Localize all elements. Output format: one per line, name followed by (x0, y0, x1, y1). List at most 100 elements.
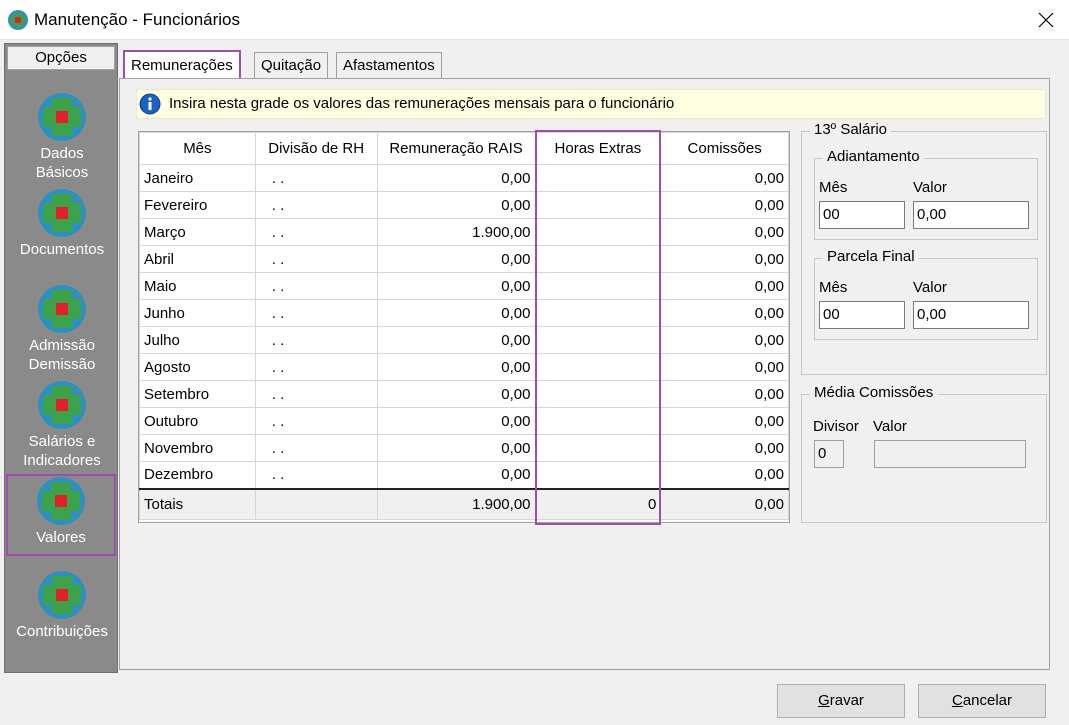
parcela-final-valor-input[interactable]: 0,00 (913, 301, 1029, 329)
gravar-button[interactable]: Gravar (777, 684, 905, 718)
cell-divisao[interactable]: . . (254, 164, 378, 192)
window-title: Manutenção - Funcionários (34, 10, 241, 29)
cell-mes[interactable]: Julho (139, 326, 256, 354)
cell-divisao[interactable]: . . (254, 434, 378, 462)
cell-mes[interactable]: Junho (139, 299, 256, 327)
cell-horas-extras[interactable] (534, 191, 662, 219)
cell-rais[interactable]: 0,00 (376, 326, 536, 354)
cell-rais[interactable]: 0,00 (376, 272, 536, 300)
tab-quitacao[interactable]: Quitação (254, 52, 329, 78)
sidebar-item-valores[interactable]: Valores (6, 474, 116, 556)
cell-rais[interactable]: 1.900,00 (376, 218, 536, 246)
cell-mes[interactable]: Fevereiro (139, 191, 256, 219)
cell-mes[interactable]: Abril (139, 245, 256, 273)
col-header-horas-extras[interactable]: Horas Extras (534, 132, 662, 165)
cell-comissoes[interactable]: 0,00 (660, 272, 789, 300)
cell-comissoes[interactable]: 0,00 (660, 191, 789, 219)
adiantamento-mes-input[interactable]: 00 (819, 201, 905, 229)
cancelar-button[interactable]: Cancelar (918, 684, 1046, 718)
cell-divisao[interactable]: . . (254, 353, 378, 381)
cell-horas-extras[interactable] (534, 407, 662, 435)
sidebar-item-label: Salários e (28, 433, 96, 450)
cell-horas-extras[interactable] (534, 299, 662, 327)
cell-horas-extras[interactable] (534, 353, 662, 381)
cell-mes[interactable]: Janeiro (139, 164, 256, 192)
cell-horas-extras[interactable] (534, 380, 662, 408)
sidebar-item-label: Valores (36, 529, 86, 546)
cell-comissoes[interactable]: 0,00 (660, 434, 789, 462)
tab-remuneracoes[interactable]: Remunerações (123, 50, 241, 78)
sidebar-item-salarios-indicadores[interactable]: Salários e Indicadores (7, 380, 117, 470)
table-row: Fevereiro . . 0,00 0,00 (139, 191, 789, 219)
sidebar-item-contribuicoes[interactable]: Contribuições (7, 570, 117, 641)
cell-divisao[interactable]: . . (254, 191, 378, 219)
module-globe-icon (38, 571, 86, 619)
title-bar: Manutenção - Funcionários (0, 0, 1069, 40)
table-row: Novembro . . 0,00 0,00 (139, 434, 789, 462)
cell-horas-extras[interactable] (534, 164, 662, 192)
cell-divisao[interactable]: . . (254, 245, 378, 273)
cell-rais[interactable]: 0,00 (376, 461, 536, 489)
col-header-mes[interactable]: Mês (139, 132, 256, 165)
cell-mes[interactable]: Setembro (139, 380, 256, 408)
cell-mes[interactable]: Agosto (139, 353, 256, 381)
table-row: Dezembro . . 0,00 0,00 (139, 461, 789, 489)
mes-label: Mês (819, 179, 848, 196)
cell-rais[interactable]: 0,00 (376, 380, 536, 408)
col-header-divisao[interactable]: Divisão de RH (254, 132, 378, 165)
cell-comissoes[interactable]: 0,00 (660, 326, 789, 354)
cell-comissoes[interactable]: 0,00 (660, 461, 789, 489)
cell-comissoes[interactable]: 0,00 (660, 299, 789, 327)
cell-horas-extras[interactable] (534, 245, 662, 273)
media-valor-field (874, 440, 1026, 468)
cell-comissoes[interactable]: 0,00 (660, 407, 789, 435)
cell-rais[interactable]: 0,00 (376, 353, 536, 381)
col-header-rais[interactable]: Remuneração RAIS (376, 132, 536, 165)
decimo-terceiro-group: 13º Salário Adiantamento Mês Valor 00 0,… (801, 121, 1047, 375)
sidebar-item-documentos[interactable]: Documentos (7, 188, 117, 259)
totals-divisao (254, 487, 378, 520)
cell-horas-extras[interactable] (534, 218, 662, 246)
cell-divisao[interactable]: . . (254, 299, 378, 327)
cell-mes[interactable]: Dezembro (139, 461, 256, 489)
cell-horas-extras[interactable] (534, 272, 662, 300)
cell-divisao[interactable]: . . (254, 407, 378, 435)
valor-label: Valor (913, 179, 947, 196)
cell-divisao[interactable]: . . (254, 326, 378, 354)
cell-horas-extras[interactable] (534, 434, 662, 462)
cell-rais[interactable]: 0,00 (376, 191, 536, 219)
cell-mes[interactable]: Outubro (139, 407, 256, 435)
col-header-comissoes[interactable]: Comissões (660, 132, 789, 165)
sidebar-header: Opções (7, 46, 115, 70)
sidebar-item-admissao-demissao[interactable]: Admissão Demissão (7, 284, 117, 374)
parcela-final-mes-input[interactable]: 00 (819, 301, 905, 329)
cell-comissoes[interactable]: 0,00 (660, 353, 789, 381)
cell-comissoes[interactable]: 0,00 (660, 245, 789, 273)
cell-rais[interactable]: 0,00 (376, 407, 536, 435)
cell-horas-extras[interactable] (534, 326, 662, 354)
divisor-field: 0 (814, 440, 844, 468)
adiantamento-valor-input[interactable]: 0,00 (913, 201, 1029, 229)
parcela-final-group: Parcela Final Mês Valor 00 0,00 (814, 248, 1038, 340)
accelerator-letter: C (951, 692, 963, 709)
cell-comissoes[interactable]: 0,00 (660, 380, 789, 408)
cell-divisao[interactable]: . . (254, 272, 378, 300)
cell-horas-extras[interactable] (534, 461, 662, 489)
remuneracoes-grid[interactable]: Mês Divisão de RH Remuneração RAIS Horas… (138, 130, 790, 525)
cell-mes[interactable]: Novembro (139, 434, 256, 462)
cell-rais[interactable]: 0,00 (376, 164, 536, 192)
cell-divisao[interactable]: . . (254, 380, 378, 408)
cell-comissoes[interactable]: 0,00 (660, 218, 789, 246)
cell-divisao[interactable]: . . (254, 461, 378, 489)
close-button[interactable] (1023, 0, 1069, 40)
group-title: 13º Salário (810, 121, 892, 138)
cell-comissoes[interactable]: 0,00 (660, 164, 789, 192)
cell-rais[interactable]: 0,00 (376, 299, 536, 327)
cell-mes[interactable]: Maio (139, 272, 256, 300)
cell-divisao[interactable]: . . (254, 218, 378, 246)
sidebar-item-dados-basicos[interactable]: Dados Básicos (7, 92, 117, 182)
tab-afastamentos[interactable]: Afastamentos (336, 52, 442, 78)
cell-mes[interactable]: Março (139, 218, 256, 246)
cell-rais[interactable]: 0,00 (376, 434, 536, 462)
cell-rais[interactable]: 0,00 (376, 245, 536, 273)
